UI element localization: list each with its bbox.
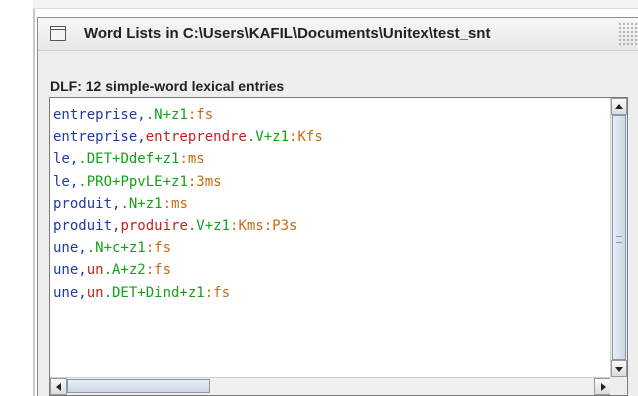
word-lists-window: Word Lists in C:\Users\KAFIL\Documents\U… [37,17,638,396]
entry-inflection-codes: :fs [145,262,172,279]
entry-inflection-codes: :ms [162,195,188,212]
down-arrow-icon [615,366,623,372]
dlf-entry-list[interactable]: entreprise,.N+z1:fs entreprise,entreprend… [49,97,628,396]
window-titlebar[interactable]: Word Lists in C:\Users\KAFIL\Documents\U… [38,18,638,51]
thumb-grip-icon [616,235,622,243]
entry-inflected-form: produit, [53,195,121,212]
entry-inflected-form: une, [53,262,87,279]
dlf-entry-line[interactable]: produit,.N+z1:ms [50,193,610,215]
entry-inflected-form: une, [53,284,87,301]
entry-lemma: un [86,284,104,301]
up-arrow-icon [615,103,623,109]
dlf-entry-line[interactable]: produit,produire.V+z1:Kms:P3s [50,215,610,237]
window-icon[interactable] [50,26,66,41]
entry-inflected-form: entreprise, [53,107,146,123]
dlf-entry-line[interactable]: entreprise,entreprendre.V+z1:Kfs [50,126,610,148]
entry-grammatical-codes: .N+z1 [145,107,188,123]
vertical-scrollbar[interactable] [610,98,627,377]
window-title: Word Lists in C:\Users\KAFIL\Documents\U… [84,25,491,42]
entry-inflection-codes: :Kfs [289,129,323,146]
dlf-entry-line[interactable]: entreprise,.N+z1:fs [50,104,610,126]
entry-lines: entreprise,.N+z1:fs entreprise,entreprend… [50,104,610,304]
entry-grammatical-codes: .PRO+PpvLE+z1 [78,173,188,190]
entry-inflection-codes: :Kms:P3s [230,217,298,234]
background-panel-edge [33,0,35,396]
dlf-entry-line[interactable]: le,.PRO+PpvLE+z1:3ms [50,171,610,193]
entry-grammatical-codes: .DET+Dind+z1 [103,284,205,301]
scroll-right-button[interactable] [594,378,611,395]
left-arrow-icon [55,382,61,391]
entry-inflected-form: entreprise, [53,129,146,146]
right-arrow-icon [600,382,606,391]
titlebar-grip[interactable] [618,22,638,46]
entry-grammatical-codes: .N+c+z1 [86,240,146,257]
scroll-up-button[interactable] [611,98,627,115]
dlf-entry-line[interactable]: une,un.DET+Dind+z1:fs [50,282,610,304]
entry-inflected-form: le, [53,151,79,168]
background-panel-top [33,0,638,9]
entry-grammatical-codes: .V+z1 [246,129,290,146]
entry-grammatical-codes: .N+z1 [120,195,163,212]
entry-inflection-codes: :3ms [187,173,222,190]
entry-grammatical-codes: .V+z1 [187,217,231,234]
entry-inflection-codes: :fs [204,284,231,301]
entry-inflected-form: le, [53,173,79,190]
scroll-left-button[interactable] [50,378,67,395]
entry-grammatical-codes: .A+z2 [103,262,146,279]
entry-lemma: entreprendre [145,129,247,146]
entry-inflected-form: produit, [53,217,121,234]
entry-inflected-form: une, [53,240,87,257]
entry-inflection-codes: :fs [187,107,214,123]
horizontal-scroll-thumb[interactable] [67,379,210,393]
scroll-down-button[interactable] [611,360,627,377]
entry-inflection-codes: :ms [179,151,205,168]
dlf-count-label: DLF: 12 simple-word lexical entries [50,78,285,94]
dlf-entry-line[interactable]: une,un.A+z2:fs [50,259,610,281]
dlf-entry-line[interactable]: une,.N+c+z1:fs [50,237,610,259]
scrollbar-corner [610,377,627,395]
dlf-entry-line[interactable]: le,.DET+Ddef+z1:ms [50,148,610,170]
entry-grammatical-codes: .DET+Ddef+z1 [78,151,180,168]
entry-inflection-codes: :fs [145,240,172,257]
entry-lemma: produire [120,217,188,234]
entry-lemma: un [86,262,104,279]
horizontal-scrollbar[interactable] [50,377,611,395]
vertical-scroll-thumb[interactable] [612,115,626,360]
